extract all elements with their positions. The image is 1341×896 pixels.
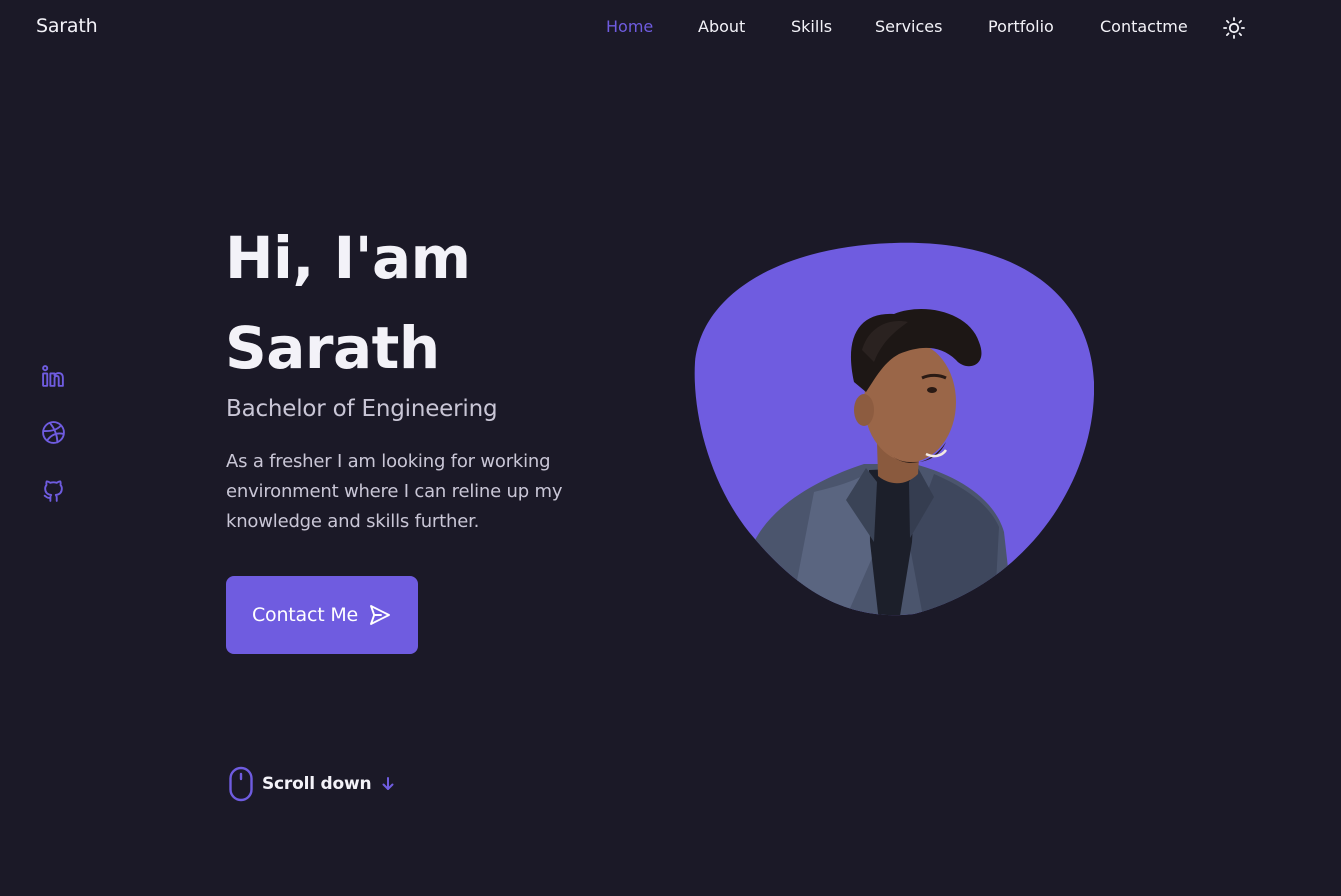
hero-title-line1: Hi, I'am — [225, 224, 471, 292]
contact-me-label: Contact Me — [251, 604, 359, 626]
github-icon[interactable] — [41, 478, 66, 503]
nav-home[interactable]: Home — [606, 17, 653, 41]
hero-title-line2: Sarath — [225, 314, 440, 382]
hero-description: As a fresher I am looking for working en… — [226, 451, 563, 532]
header: Sarath Home About Skills Services Portfo… — [0, 0, 1341, 56]
scroll-down-link[interactable]: Scroll down — [228, 766, 396, 802]
nav-services[interactable]: Services — [875, 17, 942, 41]
mouse-icon — [228, 766, 254, 802]
nav-portfolio[interactable]: Portfolio — [988, 17, 1054, 41]
send-icon — [368, 603, 392, 627]
nav-about[interactable]: About — [698, 17, 745, 41]
arrow-down-icon — [380, 776, 396, 792]
contact-me-button[interactable]: Contact Me — [226, 576, 418, 654]
profile-blob — [694, 242, 1095, 618]
nav-skills[interactable]: Skills — [791, 17, 832, 41]
dribbble-icon[interactable] — [41, 420, 66, 445]
sun-icon[interactable] — [1222, 16, 1246, 40]
logo[interactable]: Sarath — [36, 15, 98, 37]
hero-subtitle: Bachelor of Engineering — [226, 396, 498, 422]
scroll-down-label: Scroll down — [262, 774, 372, 794]
nav-contactme[interactable]: Contactme — [1100, 17, 1188, 41]
linkedin-icon[interactable] — [41, 364, 66, 389]
